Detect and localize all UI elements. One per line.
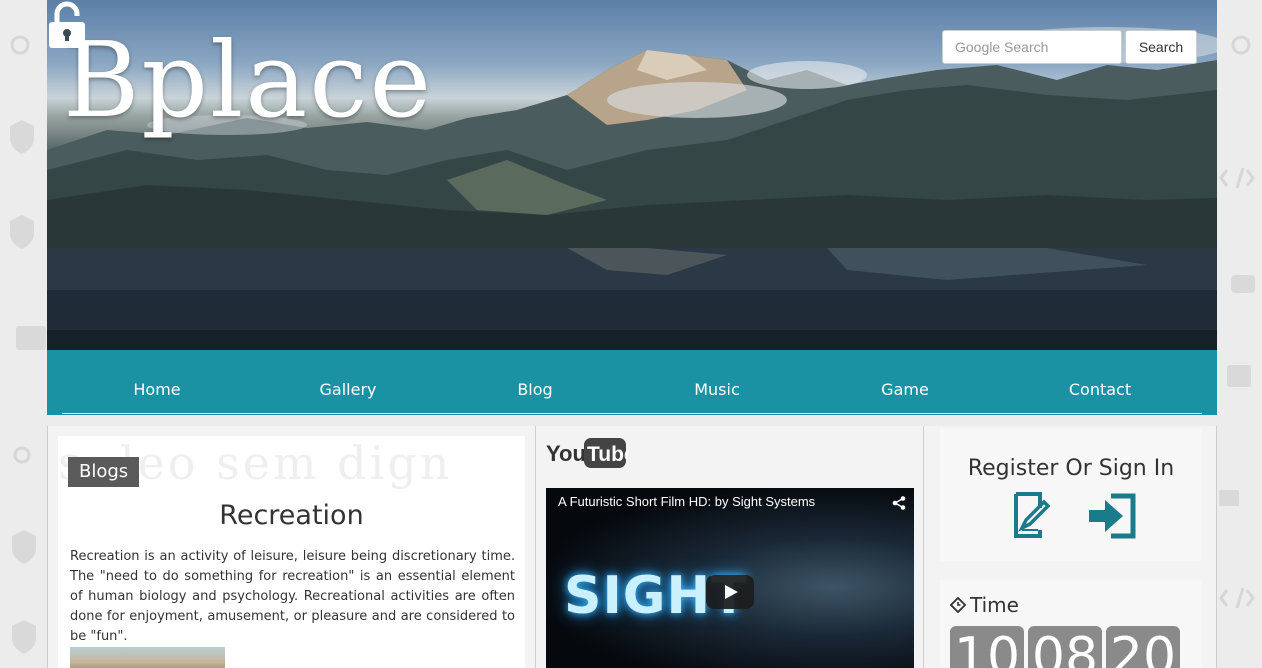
blog-post-title[interactable]: Recreation <box>58 500 525 531</box>
video-player[interactable]: A Futuristic Short Film HD: by Sight Sys… <box>546 488 914 668</box>
search-button[interactable]: Search <box>1125 30 1197 64</box>
account-card: Register Or Sign In <box>940 428 1202 561</box>
clock-hours: 10 <box>950 626 1024 668</box>
column-divider <box>923 426 924 668</box>
header-banner: Bplace Search <box>47 0 1217 350</box>
clock-icon <box>950 597 966 613</box>
time-title: Time <box>970 593 1019 617</box>
svg-text:You: You <box>546 441 586 466</box>
blog-card: s, leo sem dign Blogs Recreation Recreat… <box>58 436 525 668</box>
clock-seconds: 20 <box>1106 626 1180 668</box>
nav-contact[interactable]: Contact <box>1050 380 1150 406</box>
svg-text:Tube: Tube <box>587 443 628 466</box>
search-input[interactable] <box>942 30 1122 64</box>
background-pattern-right <box>1217 0 1262 668</box>
column-divider <box>535 426 536 668</box>
background-icons-left <box>10 35 46 654</box>
blogs-badge[interactable]: Blogs <box>68 457 140 487</box>
unlock-icon[interactable] <box>47 0 87 50</box>
time-card: Time 10 08 20 <box>940 580 1202 668</box>
clock-minutes: 08 <box>1028 626 1102 668</box>
register-icon[interactable] <box>1012 490 1050 540</box>
main-nav: Home Gallery Blog Music Game Contact <box>47 350 1217 415</box>
blog-post-thumbnail[interactable] <box>70 647 225 668</box>
page-wrapper: Bplace Search Home Gallery Blog Music Ga… <box>47 0 1217 668</box>
nav-game[interactable]: Game <box>855 380 955 406</box>
play-button[interactable] <box>706 575 754 609</box>
site-logo[interactable]: Bplace <box>63 28 433 132</box>
nav-gallery[interactable]: Gallery <box>298 380 398 406</box>
background-icons-right <box>1219 35 1255 609</box>
nav-divider-line <box>62 413 1202 414</box>
background-pattern <box>0 0 47 668</box>
blog-post-text: Recreation is an activity of leisure, le… <box>70 549 515 644</box>
nav-music[interactable]: Music <box>667 380 767 406</box>
video-title[interactable]: A Futuristic Short Film HD: by Sight Sys… <box>558 494 815 509</box>
account-title: Register Or Sign In <box>967 456 1175 481</box>
nav-home[interactable]: Home <box>107 380 207 406</box>
nav-blog[interactable]: Blog <box>485 380 585 406</box>
youtube-logo: You Tube <box>546 438 628 468</box>
share-icon[interactable] <box>892 496 906 510</box>
sign-in-icon[interactable] <box>1087 492 1137 540</box>
